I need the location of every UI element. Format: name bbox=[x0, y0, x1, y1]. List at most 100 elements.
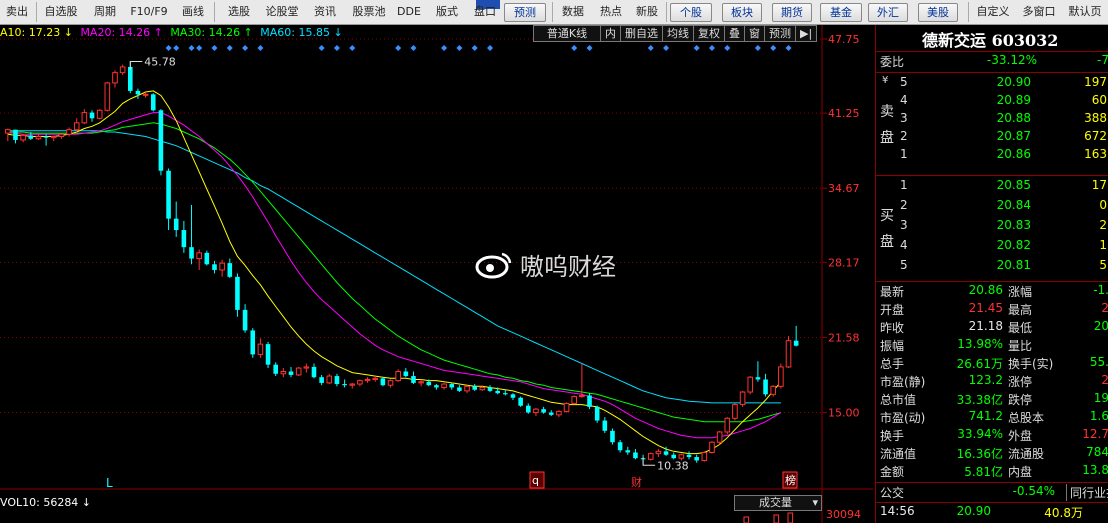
stat-label: 总手 bbox=[880, 357, 905, 371]
bid-price: 20.83 bbox=[996, 218, 1031, 232]
hot-topics-button[interactable]: 热点 bbox=[596, 3, 626, 21]
stat-label: 总市值 bbox=[880, 393, 917, 407]
candle-body bbox=[364, 378, 371, 382]
menu-overlay[interactable]: 叠 bbox=[725, 25, 745, 42]
volume-selector[interactable]: 成交量 ▾ bbox=[734, 495, 822, 511]
ma20-line bbox=[7, 112, 782, 439]
ask-row[interactable]: 1 20.86 163 bbox=[876, 147, 1108, 165]
weibo-logo-icon bbox=[475, 252, 512, 278]
tab-sector-name[interactable]: 公交 bbox=[880, 484, 904, 501]
forecast-button[interactable]: 预测 bbox=[504, 3, 546, 22]
ask-row[interactable]: 5 20.90 197 bbox=[876, 75, 1108, 93]
signal-marker bbox=[754, 45, 761, 51]
candle bbox=[418, 379, 424, 387]
candle-body bbox=[793, 340, 799, 346]
tab-sector[interactable]: 板块 bbox=[722, 3, 762, 22]
candle bbox=[189, 204, 194, 265]
data-button[interactable]: 数据 bbox=[558, 3, 588, 21]
period-button[interactable]: 周期 bbox=[90, 3, 120, 21]
candle bbox=[50, 135, 57, 142]
chevron-down-icon: ▾ bbox=[812, 496, 818, 509]
ask-row[interactable]: 2 20.87 672 bbox=[876, 129, 1108, 147]
bid-volume: 5 bbox=[1099, 258, 1107, 272]
menu-adjust[interactable]: 复权 bbox=[694, 25, 725, 42]
sell-button[interactable]: 卖出 bbox=[2, 3, 32, 21]
ask-level: 1 bbox=[900, 147, 908, 161]
bid-row[interactable]: 5 20.81 5 bbox=[876, 258, 1108, 276]
candle-body bbox=[257, 343, 264, 355]
candle bbox=[227, 258, 233, 278]
menu-forecast[interactable]: 预测 bbox=[765, 25, 796, 42]
candle-body bbox=[647, 453, 654, 460]
signal-marker bbox=[196, 45, 203, 51]
candle-body bbox=[280, 370, 287, 375]
stock-pool-button[interactable]: 股票池 bbox=[348, 3, 390, 21]
kline-chart[interactable]: 45.78 10.38 L q 榜 财 47.75 41.25 34.67 28.17 21.58… bbox=[0, 25, 873, 523]
signal-marker bbox=[318, 45, 325, 51]
stat-value: 1.6 bbox=[1089, 409, 1108, 423]
draw-line-button[interactable]: 画线 bbox=[178, 3, 208, 21]
bid-level: 1 bbox=[900, 178, 908, 192]
tab-us-stocks[interactable]: 美股 bbox=[918, 3, 958, 22]
candle-body bbox=[663, 451, 669, 455]
ask-row[interactable]: 4 20.89 60 bbox=[876, 93, 1108, 111]
menu-ma[interactable]: 均线 bbox=[663, 25, 694, 42]
menu-remove-watchlist[interactable]: 删自选 bbox=[621, 25, 663, 42]
signal-marker bbox=[456, 45, 463, 51]
menu-window[interactable]: 窗 bbox=[745, 25, 765, 42]
candle-body bbox=[587, 395, 592, 407]
stock-picker-button[interactable]: 选股 bbox=[224, 3, 254, 21]
news-button[interactable]: 资讯 bbox=[310, 3, 340, 21]
candle-body bbox=[403, 371, 409, 377]
signal-marker bbox=[333, 45, 340, 51]
kline-type-dropdown[interactable]: 普通K线 bbox=[533, 25, 601, 42]
candle-body bbox=[533, 408, 539, 414]
tab-funds[interactable]: 基金 bbox=[820, 3, 862, 22]
candle-body bbox=[434, 385, 439, 388]
bid-row[interactable]: 2 20.84 0 bbox=[876, 198, 1108, 216]
ask-volume: 388 bbox=[1084, 111, 1107, 125]
candle bbox=[380, 377, 386, 387]
dde-button[interactable]: DDE bbox=[396, 3, 422, 21]
candle-body bbox=[189, 247, 194, 259]
candle bbox=[135, 88, 141, 99]
candle bbox=[487, 385, 493, 393]
candle bbox=[257, 338, 264, 358]
forum-button[interactable]: 论股堂 bbox=[262, 3, 302, 21]
bid-row[interactable]: 1 20.85 17 bbox=[876, 178, 1108, 196]
candle-body bbox=[785, 340, 792, 368]
candle-body bbox=[732, 404, 738, 419]
multi-window-button[interactable]: 多窗口 bbox=[1018, 3, 1060, 21]
tab-forex[interactable]: 外汇 bbox=[868, 3, 908, 22]
stat-value: 123.2 bbox=[968, 373, 1003, 387]
custom-button[interactable]: 自定义 bbox=[972, 3, 1014, 21]
legend-ma20: MA20: 14.26 ↑ bbox=[80, 26, 163, 39]
tab-stock[interactable]: 个股 bbox=[670, 3, 712, 22]
stat-label: 昨收 bbox=[880, 321, 905, 335]
order-book-button[interactable]: 盘口 bbox=[470, 3, 500, 21]
menu-inner[interactable]: 内 bbox=[601, 25, 621, 42]
candle bbox=[403, 368, 409, 378]
signal-marker bbox=[647, 45, 654, 51]
stat-row: 金额 5.81亿 内盘 13.8 bbox=[876, 463, 1108, 481]
stat-value: 741.2 bbox=[968, 409, 1003, 423]
candle bbox=[449, 382, 455, 390]
candle-body bbox=[227, 263, 233, 277]
candle-body bbox=[479, 386, 486, 391]
candle bbox=[372, 376, 379, 382]
watchlist-button[interactable]: 自选股 bbox=[40, 3, 82, 21]
kline-chart-panel[interactable]: 45.78 10.38 Lq 榜 财 47.75 41.25 34.67 28.17 21.58… bbox=[0, 25, 873, 523]
stat-value: 33.38亿 bbox=[956, 393, 1003, 407]
bid-price: 20.85 bbox=[996, 178, 1031, 192]
default-page-button[interactable]: 默认页 bbox=[1064, 3, 1106, 21]
f10-button[interactable]: F10/F9 bbox=[128, 3, 170, 21]
candle-body bbox=[770, 385, 777, 395]
bid-row[interactable]: 4 20.82 1 bbox=[876, 238, 1108, 256]
ipo-button[interactable]: 新股 bbox=[632, 3, 662, 21]
bid-row[interactable]: 3 20.83 2 bbox=[876, 218, 1108, 236]
tab-industry-rank[interactable]: 同行业排 bbox=[1066, 484, 1108, 501]
tab-futures[interactable]: 期货 bbox=[772, 3, 812, 22]
menu-last-page[interactable]: ▶| bbox=[796, 25, 818, 42]
layout-button[interactable]: 版式 bbox=[432, 3, 462, 21]
ask-row[interactable]: 3 20.88 388 bbox=[876, 111, 1108, 129]
